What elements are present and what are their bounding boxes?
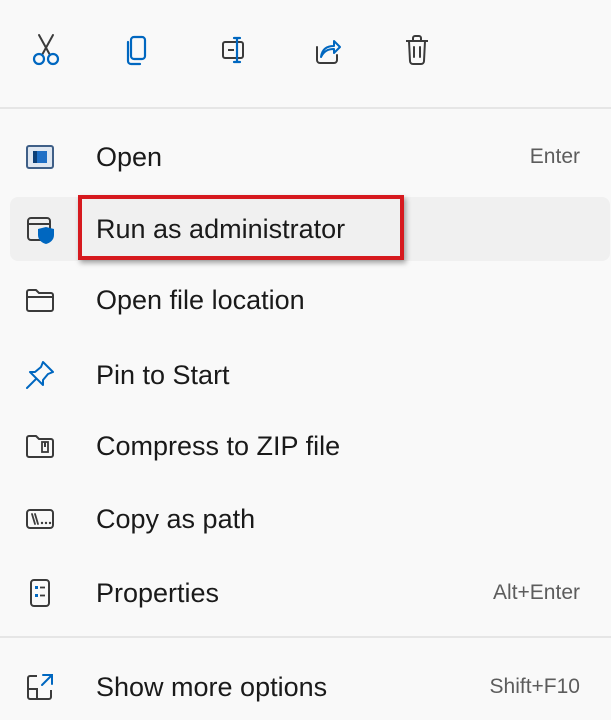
menu-item-copy-as-path[interactable]: Copy as path xyxy=(10,487,610,551)
shield-window-icon xyxy=(24,213,56,245)
scissors-icon xyxy=(31,33,61,72)
cut-button[interactable] xyxy=(18,24,74,80)
path-icon xyxy=(24,503,56,535)
menu-item-open-file-location[interactable]: Open file location xyxy=(10,268,610,332)
menu-item-label: Open xyxy=(96,142,163,172)
menu-item-compress-to-zip[interactable]: Compress to ZIP file xyxy=(10,414,610,478)
menu-item-label: Pin to Start xyxy=(96,360,230,390)
zip-folder-icon xyxy=(24,430,56,462)
menu-item-shortcut: Enter xyxy=(529,145,580,168)
trash-icon xyxy=(402,33,432,72)
delete-button[interactable] xyxy=(389,24,445,80)
menu-item-label: Open file location xyxy=(96,285,305,315)
menu-item-run-as-administrator[interactable]: Run as administrator xyxy=(10,197,610,261)
menu-item-label: Copy as path xyxy=(96,504,256,534)
menu-item-label: Compress to ZIP file xyxy=(96,431,341,461)
toolbar-divider xyxy=(0,107,611,109)
share-icon xyxy=(312,33,342,72)
rename-icon xyxy=(219,33,249,72)
app-window-icon xyxy=(24,141,56,173)
menu-item-shortcut: Shift+F10 xyxy=(489,675,580,698)
menu-item-label: Properties xyxy=(96,578,220,608)
menu-item-open[interactable]: Open Enter xyxy=(10,125,610,189)
menu-item-properties[interactable]: Properties Alt+Enter xyxy=(10,561,610,625)
rename-button[interactable] xyxy=(206,24,262,80)
copy-icon xyxy=(122,33,152,72)
footer-divider xyxy=(0,636,611,638)
copy-button[interactable] xyxy=(109,24,165,80)
menu-item-show-more-options[interactable]: Show more options Shift+F10 xyxy=(10,655,610,719)
quick-actions-toolbar xyxy=(0,0,611,108)
menu-item-shortcut: Alt+Enter xyxy=(493,581,580,604)
context-menu: Open Enter Run as administrator Open fil… xyxy=(0,0,611,720)
folder-icon xyxy=(24,284,56,316)
pin-icon xyxy=(24,359,56,391)
menu-item-label: Run as administrator xyxy=(96,214,346,244)
share-button[interactable] xyxy=(299,24,355,80)
menu-item-label: Show more options xyxy=(96,672,328,702)
expand-icon xyxy=(24,671,56,703)
menu-item-pin-to-start[interactable]: Pin to Start xyxy=(10,343,610,407)
properties-icon xyxy=(24,577,56,609)
